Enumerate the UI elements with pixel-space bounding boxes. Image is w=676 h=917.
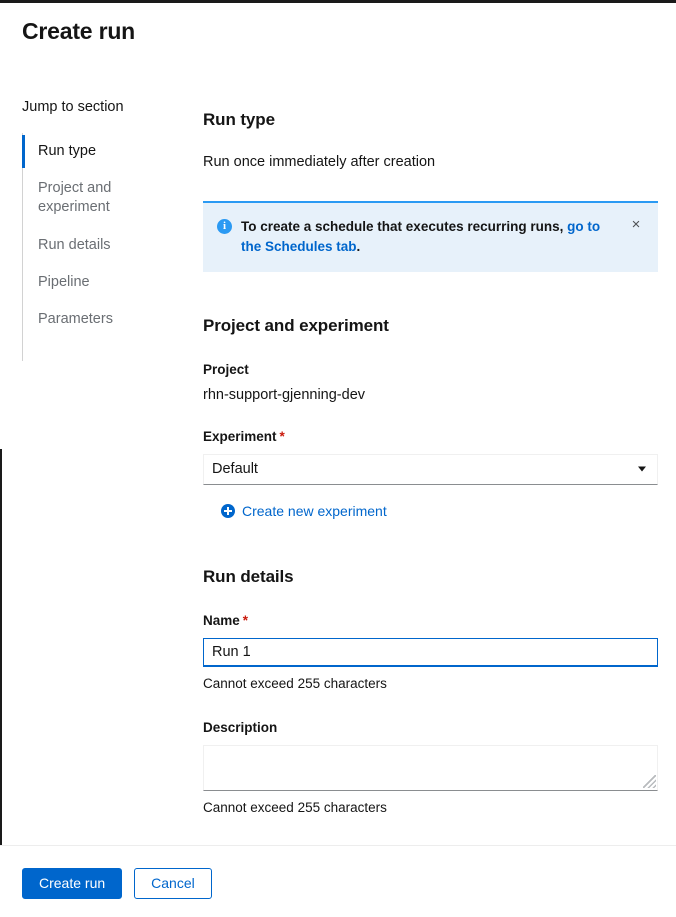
create-run-button[interactable]: Create run	[22, 868, 123, 899]
section-heading-project-and-experiment: Project and experiment	[203, 315, 389, 335]
description-field-wrapper	[203, 744, 658, 791]
sidebar-item-pipeline[interactable]: Pipeline	[38, 264, 182, 301]
close-icon[interactable]: ×	[624, 213, 648, 237]
window-top-border	[0, 0, 676, 3]
description-label: Description	[203, 719, 278, 735]
section-heading-run-details: Run details	[203, 566, 294, 586]
description-help-text: Cannot exceed 255 characters	[203, 799, 387, 815]
project-value: rhn-support-gjenning-dev	[203, 386, 366, 403]
sidebar-item-label: Pipeline	[38, 273, 90, 290]
description-textarea[interactable]	[203, 744, 658, 791]
experiment-label: Experiment *	[203, 429, 658, 444]
sidebar-item-label: Project and experiment	[38, 180, 112, 216]
plus-circle-icon	[221, 503, 235, 518]
create-new-experiment-button[interactable]: Create new experiment	[221, 503, 387, 519]
footer-divider	[0, 845, 676, 846]
create-run-form: Run type Run once immediately after crea…	[203, 96, 658, 817]
alert-message: To create a schedule that executes recur…	[241, 217, 618, 258]
sidebar-item-run-type[interactable]: Run type	[22, 133, 182, 170]
jump-to-section-list: Run type Project and experiment Run deta…	[22, 132, 182, 361]
page-title: Create run	[22, 18, 136, 44]
jump-to-section-heading: Jump to section	[22, 99, 124, 115]
experiment-label-text: Experiment	[203, 428, 277, 444]
sidebar-item-label: Parameters	[38, 311, 113, 328]
sidebar-item-parameters[interactable]: Parameters	[38, 301, 182, 338]
required-marker: *	[242, 612, 249, 628]
create-experiment-row: Create new experiment	[203, 503, 658, 523]
alert-message-suffix: .	[356, 239, 361, 255]
required-marker: *	[279, 428, 285, 444]
form-actions: Create run Cancel	[22, 868, 212, 899]
alert-content-row: i To create a schedule that executes rec…	[217, 217, 618, 258]
jump-to-section-nav: Jump to section Run type Project and exp…	[22, 98, 182, 361]
name-label-text: Name	[203, 612, 240, 628]
name-label: Name *	[203, 613, 658, 628]
alert-message-prefix: To create a schedule that executes recur…	[241, 219, 568, 235]
experiment-select-value: Default	[212, 461, 258, 478]
run-type-description: Run once immediately after creation	[203, 154, 436, 171]
info-circle-icon: i	[217, 219, 232, 235]
panel-left-border	[0, 449, 2, 845]
experiment-select[interactable]: Default	[203, 453, 658, 485]
name-input[interactable]	[203, 637, 658, 667]
sidebar-item-label: Run details	[38, 236, 111, 253]
schedule-info-alert: i To create a schedule that executes rec…	[203, 201, 658, 272]
sidebar-item-run-details[interactable]: Run details	[38, 227, 182, 264]
project-label: Project	[203, 361, 249, 377]
create-new-experiment-label: Create new experiment	[242, 502, 387, 519]
chevron-down-icon	[638, 466, 646, 472]
sidebar-item-project-and-experiment[interactable]: Project and experiment	[38, 170, 182, 227]
cancel-button[interactable]: Cancel	[134, 868, 212, 899]
jump-list-tail	[38, 339, 182, 361]
section-heading-run-type: Run type	[203, 110, 275, 130]
name-help-text: Cannot exceed 255 characters	[203, 675, 387, 691]
sidebar-item-label: Run type	[38, 142, 97, 159]
